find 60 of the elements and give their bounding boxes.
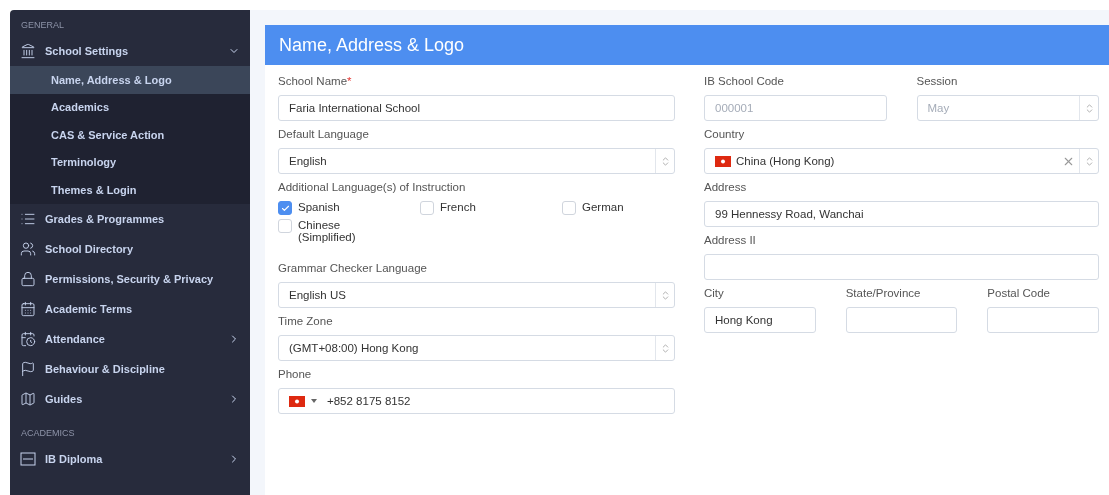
sidebar-item[interactable]: School Directory <box>10 233 250 264</box>
checkbox-option[interactable]: German <box>562 201 652 215</box>
sidebar-item[interactable]: Guides <box>10 383 250 414</box>
field-label: Session <box>916 75 958 87</box>
dp-book-icon <box>20 450 36 467</box>
checkbox[interactable] <box>278 201 292 215</box>
field-label: City <box>704 287 724 299</box>
sidebar-icon <box>20 300 36 317</box>
check-icon <box>280 203 290 213</box>
text-field[interactable]: Faria International School <box>278 95 675 121</box>
checkbox-option[interactable]: Spanish <box>278 201 368 215</box>
text-field[interactable]: Hong Kong <box>704 307 816 333</box>
sidebar-icon <box>20 43 36 59</box>
sidebar-item[interactable]: IB Diploma <box>10 443 250 474</box>
sidebar-icon <box>20 270 36 287</box>
select-field[interactable]: (GMT+08:00) Hong Kong <box>278 335 675 361</box>
sidebar-subitem[interactable]: Terminology <box>10 148 250 176</box>
field-label: State/Province <box>845 287 921 299</box>
sidebar-subitem[interactable]: Themes & Login <box>10 176 250 204</box>
phone-field[interactable]: +852 8175 8152 <box>278 388 675 414</box>
select-field[interactable]: English US <box>278 282 675 308</box>
checkbox-option[interactable]: Chinese (Simplified) <box>278 219 368 243</box>
section-heading: ACADEMICS <box>20 426 76 440</box>
sidebar-item[interactable]: Grades & Programmes <box>10 203 250 234</box>
sidebar-item[interactable]: Attendance <box>10 323 250 354</box>
panel-title: Name, Address & Logo <box>265 25 1109 65</box>
sidebar-item[interactable]: School Settings <box>10 36 250 66</box>
field-label: Default Language <box>278 128 369 140</box>
sidebar-icon <box>20 390 36 407</box>
country-select[interactable]: China (Hong Kong) <box>704 148 1099 174</box>
flag-icon <box>289 395 305 407</box>
checkbox-option[interactable]: French <box>420 201 510 215</box>
sidebar-subitem[interactable]: Name, Address & Logo <box>10 66 250 94</box>
field-label: Additional Language(s) of Instruction <box>278 181 466 193</box>
field-label: Address <box>704 181 747 193</box>
text-field[interactable] <box>845 307 958 333</box>
field-label: Time Zone <box>278 315 333 327</box>
sidebar-icon <box>20 240 36 257</box>
field-label: IB School Code <box>704 75 784 87</box>
field-label: Address II <box>704 234 756 246</box>
sidebar-icon <box>20 360 36 377</box>
required-mark: * <box>347 75 352 87</box>
sidebar-subitem[interactable]: Academics <box>10 93 250 121</box>
sidebar-item[interactable]: Behaviour & Discipline <box>10 353 250 384</box>
text-field[interactable]: 99 Hennessy Road, Wanchai <box>704 201 1099 227</box>
sidebar-item[interactable]: Permissions, Security & Privacy <box>10 263 250 294</box>
field-label: Country <box>704 128 745 140</box>
field-label: Grammar Checker Language <box>278 262 427 274</box>
field-label: School Name <box>278 75 348 87</box>
caret-icon <box>311 399 317 403</box>
text-field[interactable] <box>704 254 1099 280</box>
flag-icon <box>715 155 731 167</box>
field-label: Postal Code <box>987 287 1050 299</box>
sidebar-icon <box>20 330 36 347</box>
field-label: Phone <box>278 368 312 380</box>
text-field[interactable] <box>987 307 1099 333</box>
sidebar-item[interactable]: Academic Terms <box>10 293 250 324</box>
section-heading: GENERAL <box>20 19 65 32</box>
sidebar-subitem[interactable]: CAS & Service Action <box>10 121 250 149</box>
select-field[interactable]: English <box>278 148 675 174</box>
